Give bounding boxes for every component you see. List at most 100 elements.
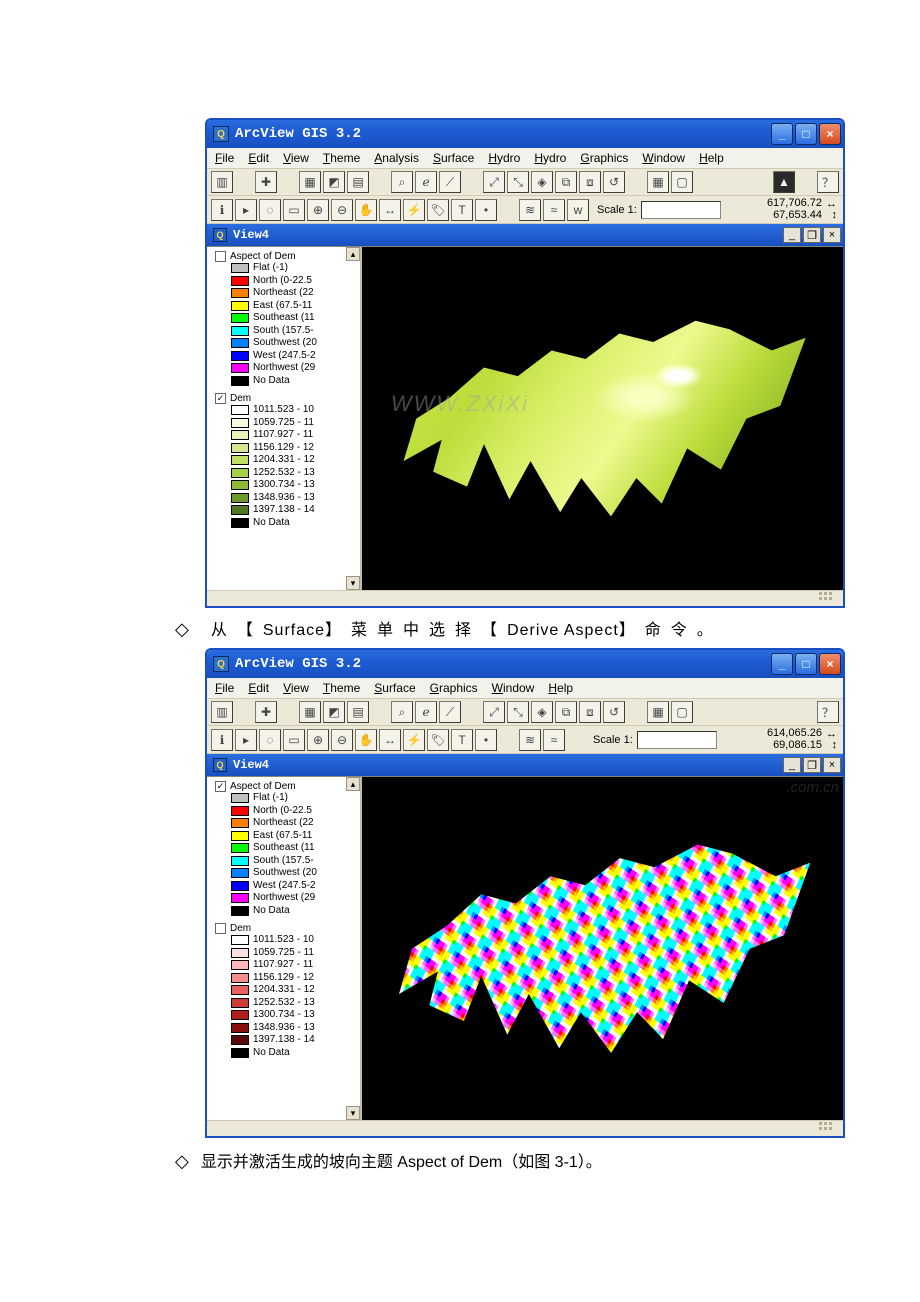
zoom-in-fixed-icon[interactable]: ⧉: [555, 171, 577, 193]
label-icon[interactable]: 🏷: [427, 729, 449, 751]
draw-point-icon[interactable]: •: [475, 199, 497, 221]
open-table-icon[interactable]: ▤: [347, 701, 369, 723]
theme-props-icon[interactable]: ▦: [299, 171, 321, 193]
pan-icon[interactable]: ✋: [355, 729, 377, 751]
zoom-prev-icon[interactable]: ↺: [603, 171, 625, 193]
toc-scroll-up[interactable]: ▴: [346, 247, 360, 261]
scale-input[interactable]: [637, 731, 717, 749]
view-restore-button[interactable]: ❐: [803, 227, 821, 243]
zoom-full-icon[interactable]: ⤢: [483, 701, 505, 723]
toc-scroll-down[interactable]: ▾: [346, 1106, 360, 1120]
help-pointer-icon[interactable]: ？: [817, 171, 839, 193]
menu-item[interactable]: Help: [699, 151, 724, 165]
ruler-icon[interactable]: ⟋: [439, 171, 461, 193]
menu-item[interactable]: Window: [492, 681, 535, 695]
ruler-icon[interactable]: ⟋: [439, 701, 461, 723]
zoom-selected-icon[interactable]: ◈: [531, 171, 553, 193]
save-icon[interactable]: ▥: [211, 171, 233, 193]
identify-icon[interactable]: ℹ: [211, 729, 233, 751]
view-restore-button[interactable]: ❐: [803, 757, 821, 773]
select-features-icon[interactable]: ▦: [647, 701, 669, 723]
zoom-full-icon[interactable]: ⤢: [483, 171, 505, 193]
theme-entry[interactable]: ✓Dem1011.523 - 101059.725 - 111107.927 -…: [207, 389, 360, 531]
theme-visibility-checkbox[interactable]: ✓: [215, 393, 226, 404]
hydro-tool-2-icon[interactable]: ≈: [543, 199, 565, 221]
add-theme-icon[interactable]: ✚: [255, 701, 277, 723]
save-icon[interactable]: ▥: [211, 701, 233, 723]
close-button[interactable]: ×: [819, 123, 841, 145]
view-close-button[interactable]: ×: [823, 227, 841, 243]
toc-scroll-up[interactable]: ▴: [346, 777, 360, 791]
hotlink-icon[interactable]: ⚡: [403, 199, 425, 221]
theme-visibility-checkbox[interactable]: [215, 923, 226, 934]
theme-entry[interactable]: Aspect of DemFlat (-1)North (0-22.5North…: [207, 247, 360, 389]
theme-visibility-checkbox[interactable]: ✓: [215, 781, 226, 792]
menu-item[interactable]: Help: [548, 681, 573, 695]
identify-icon[interactable]: ℹ: [211, 199, 233, 221]
text-icon[interactable]: T: [451, 199, 473, 221]
select-rect-icon[interactable]: ▭: [283, 729, 305, 751]
draw-point-icon[interactable]: •: [475, 729, 497, 751]
zoom-in-fixed-icon[interactable]: ⧉: [555, 701, 577, 723]
menu-item[interactable]: Graphics: [580, 151, 628, 165]
menu-item[interactable]: Surface: [374, 681, 415, 695]
minimize-button[interactable]: _: [771, 123, 793, 145]
text-icon[interactable]: T: [451, 729, 473, 751]
pan-icon[interactable]: ✋: [355, 199, 377, 221]
zoom-out-icon[interactable]: ⊖: [331, 199, 353, 221]
zoom-out-fixed-icon[interactable]: ⧈: [579, 171, 601, 193]
find-icon[interactable]: ⌕: [391, 701, 413, 723]
pointer-icon[interactable]: ▸: [235, 199, 257, 221]
zoom-active-icon[interactable]: ⤡: [507, 171, 529, 193]
query-icon[interactable]: ℯ: [415, 171, 437, 193]
open-table-icon[interactable]: ▤: [347, 171, 369, 193]
map-canvas[interactable]: .com.cn: [362, 777, 843, 1120]
menu-item[interactable]: Hydro: [534, 151, 566, 165]
edit-legend-icon[interactable]: ◩: [323, 171, 345, 193]
resize-grip-icon[interactable]: [819, 1122, 839, 1134]
hydro-tool-1-icon[interactable]: ≋: [519, 199, 541, 221]
menu-item[interactable]: View: [283, 681, 309, 695]
menu-item[interactable]: Theme: [323, 151, 360, 165]
menu-item[interactable]: View: [283, 151, 309, 165]
pointer-icon[interactable]: ▸: [235, 729, 257, 751]
map-canvas[interactable]: WWW.ZXiXi: [362, 247, 843, 590]
clear-select-icon[interactable]: ▢: [671, 171, 693, 193]
theme-entry[interactable]: Dem1011.523 - 101059.725 - 111107.927 - …: [207, 919, 360, 1061]
help-pointer-icon[interactable]: ？: [817, 701, 839, 723]
edit-legend-icon[interactable]: ◩: [323, 701, 345, 723]
menu-item[interactable]: File: [215, 151, 234, 165]
resize-grip-icon[interactable]: [819, 592, 839, 604]
close-button[interactable]: ×: [819, 653, 841, 675]
clear-select-icon[interactable]: ▢: [671, 701, 693, 723]
view-minimize-button[interactable]: _: [783, 757, 801, 773]
view-close-button[interactable]: ×: [823, 757, 841, 773]
scale-input[interactable]: [641, 201, 721, 219]
hotlink-icon[interactable]: ⚡: [403, 729, 425, 751]
zoom-active-icon[interactable]: ⤡: [507, 701, 529, 723]
vertex-icon[interactable]: ◌: [259, 729, 281, 751]
zoom-out-fixed-icon[interactable]: ⧈: [579, 701, 601, 723]
find-icon[interactable]: ⌕: [391, 171, 413, 193]
menu-item[interactable]: Edit: [248, 681, 269, 695]
measure-icon[interactable]: ↔: [379, 729, 401, 751]
zoom-selected-icon[interactable]: ◈: [531, 701, 553, 723]
select-rect-icon[interactable]: ▭: [283, 199, 305, 221]
theme-props-icon[interactable]: ▦: [299, 701, 321, 723]
zoom-prev-icon[interactable]: ↺: [603, 701, 625, 723]
hydro-tool-2-icon[interactable]: ≈: [543, 729, 565, 751]
vertex-icon[interactable]: ◌: [259, 199, 281, 221]
query-icon[interactable]: ℯ: [415, 701, 437, 723]
maximize-button[interactable]: □: [795, 123, 817, 145]
minimize-button[interactable]: _: [771, 653, 793, 675]
menu-item[interactable]: Analysis: [374, 151, 419, 165]
zoom-out-icon[interactable]: ⊖: [331, 729, 353, 751]
measure-icon[interactable]: ↔: [379, 199, 401, 221]
zoom-in-icon[interactable]: ⊕: [307, 729, 329, 751]
add-theme-icon[interactable]: ✚: [255, 171, 277, 193]
hydro-tool-1-icon[interactable]: ≋: [519, 729, 541, 751]
maximize-button[interactable]: □: [795, 653, 817, 675]
label-icon[interactable]: 🏷: [427, 199, 449, 221]
toc-scroll-down[interactable]: ▾: [346, 576, 360, 590]
view-minimize-button[interactable]: _: [783, 227, 801, 243]
